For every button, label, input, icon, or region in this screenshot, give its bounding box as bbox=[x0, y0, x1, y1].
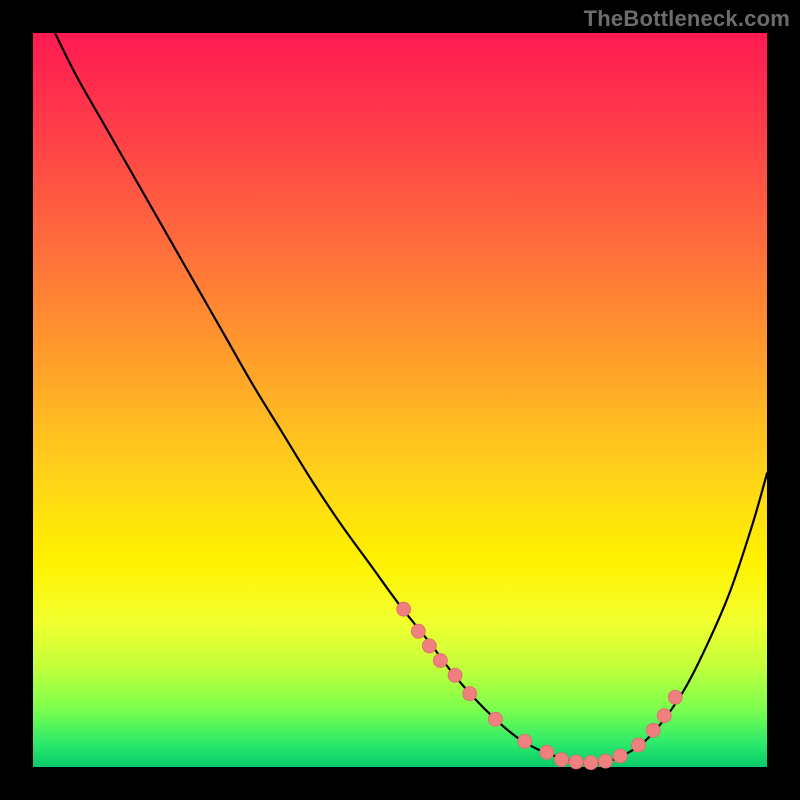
sample-marker bbox=[632, 738, 646, 752]
sample-marker bbox=[613, 749, 627, 763]
sample-marker bbox=[668, 690, 682, 704]
sample-marker bbox=[599, 754, 613, 768]
sample-marker bbox=[422, 639, 436, 653]
sample-marker bbox=[488, 712, 502, 726]
chart-svg bbox=[33, 33, 767, 767]
sample-marker bbox=[518, 734, 532, 748]
sample-marker bbox=[554, 753, 568, 767]
sample-marker bbox=[540, 745, 554, 759]
sample-marker bbox=[657, 709, 671, 723]
plot-gradient-area bbox=[33, 33, 767, 767]
sample-marker bbox=[584, 756, 598, 770]
chart-stage: TheBottleneck.com bbox=[0, 0, 800, 800]
sample-marker bbox=[397, 602, 411, 616]
sample-marker bbox=[569, 755, 583, 769]
sample-marker bbox=[463, 687, 477, 701]
sample-marker bbox=[646, 723, 660, 737]
sample-marker bbox=[433, 654, 447, 668]
sample-markers bbox=[397, 602, 683, 769]
sample-marker bbox=[411, 624, 425, 638]
bottleneck-curve bbox=[55, 33, 767, 763]
sample-marker bbox=[448, 668, 462, 682]
watermark-label: TheBottleneck.com bbox=[584, 6, 790, 32]
